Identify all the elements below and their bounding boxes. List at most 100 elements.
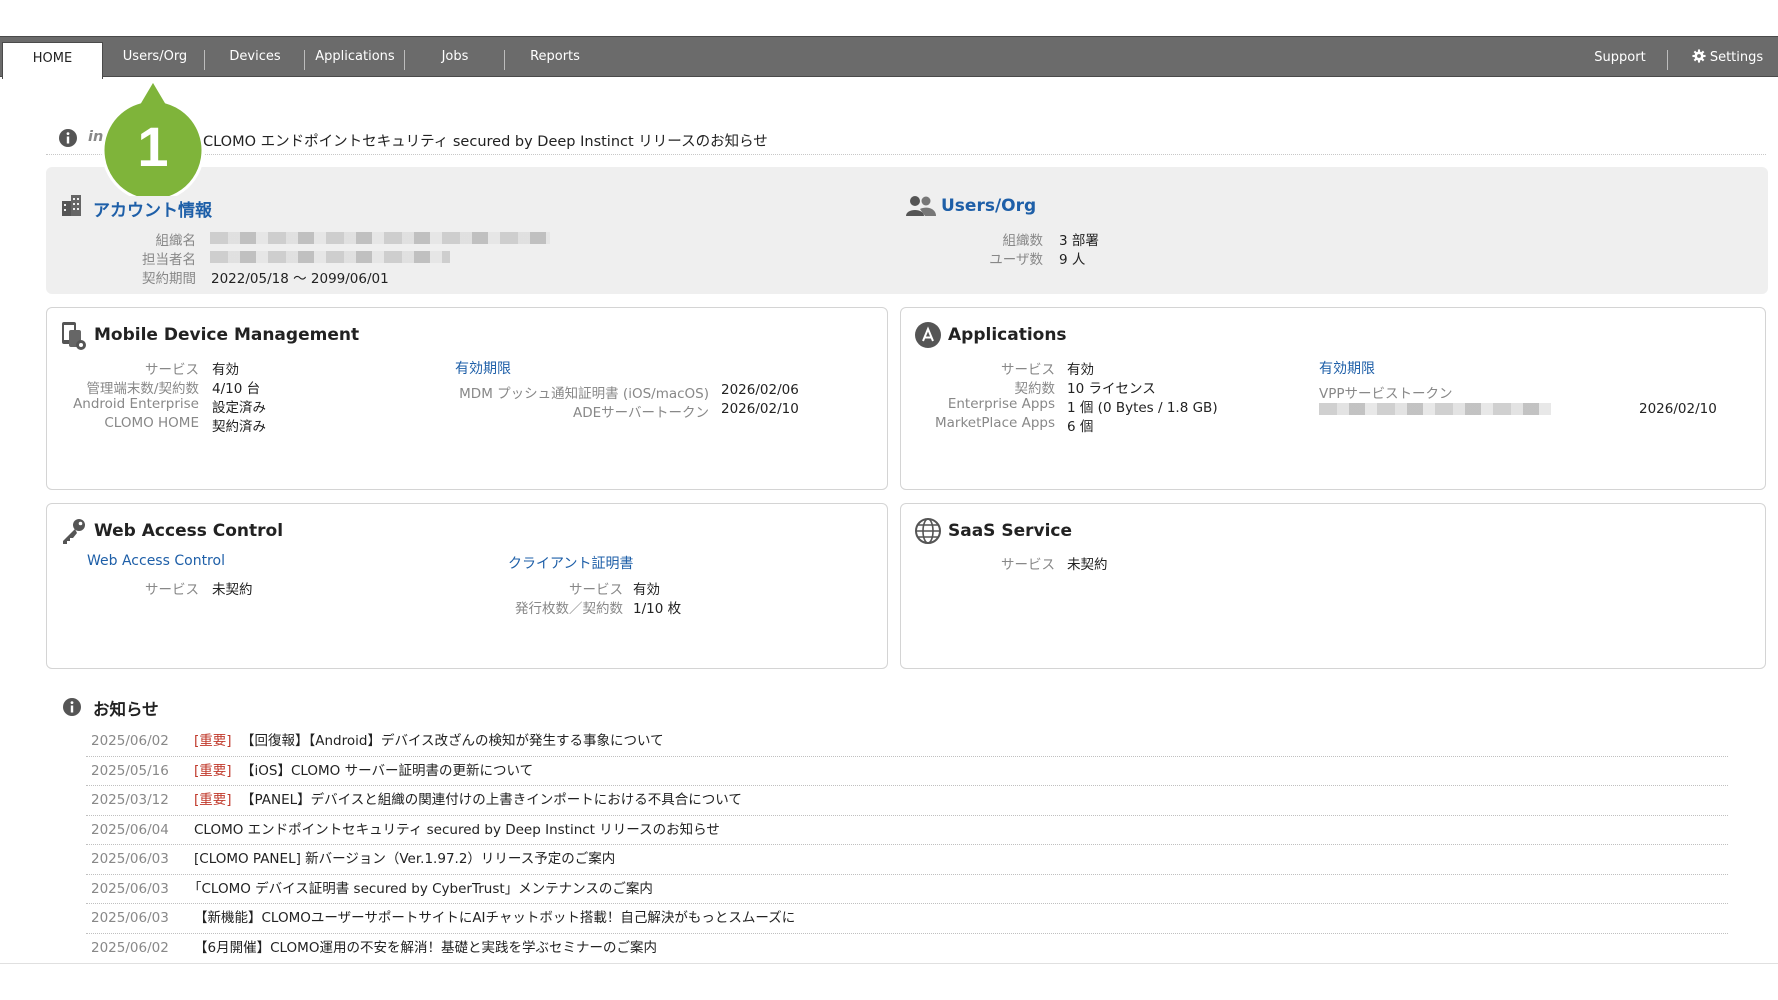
news-text[interactable]: 【iOS】CLOMO サーバー証明書の更新について bbox=[241, 757, 533, 786]
tab-home[interactable]: HOME bbox=[2, 42, 103, 79]
step-callout-marker: 1 bbox=[101, 77, 205, 196]
org-name-label: 組織名 bbox=[155, 233, 197, 249]
apps-contract-value: 10 ライセンス bbox=[1067, 381, 1156, 397]
mdm-card: Mobile Device Management サービス 有効 管理端末数/契… bbox=[46, 307, 888, 490]
vpp-token-date: 2026/02/10 bbox=[1639, 401, 1717, 417]
news-item[interactable]: 2025/03/12 [重要] 【PANEL】デバイスと組織の関連付けの上書きインポ… bbox=[86, 786, 1728, 816]
cert-service-value: 有効 bbox=[633, 582, 660, 598]
ade-token-label: ADEサーバートークン bbox=[572, 405, 709, 421]
support-link[interactable]: Support bbox=[1575, 38, 1665, 78]
cert-service-label: サービス bbox=[569, 582, 623, 598]
key-icon bbox=[63, 519, 85, 544]
tab-jobs[interactable]: Jobs bbox=[405, 37, 505, 77]
news-text[interactable]: 「CLOMO デバイス証明書 secured by CyberTrust」メンテ… bbox=[188, 875, 653, 904]
news-text[interactable]: [CLOMO PANEL] 新バージョン（Ver.1.97.2）リリース予定のご… bbox=[194, 845, 615, 874]
saas-service-card: SaaS Service サービス 未契約 bbox=[900, 503, 1766, 669]
mdm-title: Mobile Device Management bbox=[94, 325, 360, 345]
enterprise-apps-label: Enterprise Apps bbox=[947, 396, 1055, 412]
android-enterprise-label: Android Enterprise bbox=[73, 396, 199, 412]
gear-icon bbox=[1692, 49, 1706, 63]
web-access-control-card: Web Access Control Web Access Control サー… bbox=[46, 503, 888, 669]
news-date: 2025/06/03 bbox=[91, 910, 169, 926]
contract-period-label: 契約期間 bbox=[142, 271, 196, 287]
cert-issued-value: 1/10 枚 bbox=[633, 601, 682, 617]
cert-issued-label: 発行枚数／契約数 bbox=[515, 601, 623, 617]
applications-title: Applications bbox=[948, 325, 1067, 345]
enterprise-apps-value: 1 個 (0 Bytes / 1.8 GB) bbox=[1067, 400, 1218, 416]
footer-divider bbox=[0, 963, 1778, 964]
marketplace-apps-value: 6 個 bbox=[1067, 419, 1094, 435]
news-date: 2025/06/02 bbox=[91, 733, 169, 749]
tab-devices[interactable]: Devices bbox=[205, 37, 305, 77]
tab-users-org[interactable]: Users/Org bbox=[105, 37, 205, 77]
person-name-label: 担当者名 bbox=[142, 252, 196, 268]
news-text[interactable]: CLOMO エンドポイントセキュリティ secured by Deep Inst… bbox=[194, 816, 720, 845]
news-item[interactable]: 2025/06/03 【新機能】CLOMOユーザーサポートサイトにAIチャットボッ… bbox=[86, 904, 1728, 934]
user-count-label: ユーザ数 bbox=[989, 252, 1043, 268]
account-info-link[interactable]: アカウント情報 bbox=[93, 196, 212, 221]
account-summary-panel: アカウント情報 組織名 担当者名 契約期間 2022/05/18 〜 2099/… bbox=[46, 167, 1768, 294]
mdm-devices-label: 管理端末数/契約数 bbox=[86, 381, 199, 397]
mdm-device-icon bbox=[62, 322, 86, 350]
tab-reports[interactable]: Reports bbox=[505, 37, 605, 77]
mdm-push-cert-value: 2026/02/06 bbox=[721, 382, 799, 398]
top-nav: HOME Users/Org Devices Applications Jobs… bbox=[0, 36, 1778, 79]
info-banner: in CLOMO エンドポイントセキュリティ secured by Deep I… bbox=[46, 125, 1766, 155]
android-enterprise-value: 設定済み bbox=[212, 400, 266, 416]
important-badge: [重要] bbox=[194, 762, 232, 779]
mdm-push-cert-label: MDM プッシュ通知証明書 (iOS/macOS) bbox=[459, 386, 709, 402]
news-date: 2025/06/03 bbox=[91, 851, 169, 867]
mdm-service-label: サービス bbox=[145, 362, 199, 378]
users-icon bbox=[906, 196, 936, 216]
news-date: 2025/06/02 bbox=[91, 939, 169, 956]
saas-title: SaaS Service bbox=[948, 521, 1073, 541]
user-count-value: 9 人 bbox=[1059, 252, 1086, 268]
news-date: 2025/06/04 bbox=[91, 821, 169, 838]
applications-card: Applications サービス 有効 契約数 10 ライセンス Enterp… bbox=[900, 307, 1766, 490]
mdm-service-value: 有効 bbox=[212, 362, 239, 378]
person-name-redacted bbox=[210, 251, 450, 263]
globe-icon bbox=[915, 518, 941, 544]
settings-label: Settings bbox=[1709, 50, 1764, 65]
news-title: お知らせ bbox=[93, 700, 159, 719]
mdm-expiry-link[interactable]: 有効期限 bbox=[455, 358, 511, 378]
users-org-link[interactable]: Users/Org bbox=[941, 196, 1036, 216]
news-item[interactable]: 2025/06/03 「CLOMO デバイス証明書 secured by Cybe… bbox=[86, 875, 1728, 904]
wac-link[interactable]: Web Access Control bbox=[87, 553, 225, 569]
vpp-token-label: VPPサービストークン bbox=[1319, 386, 1453, 402]
news-date: 2025/05/16 bbox=[91, 762, 169, 779]
wac-title: Web Access Control bbox=[94, 521, 284, 541]
org-name-redacted bbox=[210, 232, 550, 244]
news-item[interactable]: 2025/06/04 CLOMO エンドポイントセキュリティ secured by… bbox=[86, 816, 1728, 845]
tab-applications[interactable]: Applications bbox=[305, 37, 405, 77]
wac-service-label: サービス bbox=[145, 582, 199, 598]
apps-contract-label: 契約数 bbox=[1014, 381, 1056, 397]
news-list: 2025/06/02 [重要] 【回復報】【Android】デバイス改ざんの検知が発… bbox=[86, 727, 1728, 963]
news-date: 2025/06/03 bbox=[91, 880, 169, 897]
important-badge: [重要] bbox=[194, 733, 232, 749]
news-item[interactable]: 2025/06/02 [重要] 【回復報】【Android】デバイス改ざんの検知が発… bbox=[86, 727, 1728, 757]
building-icon bbox=[62, 195, 81, 216]
news-item[interactable]: 2025/06/03 [CLOMO PANEL] 新バージョン（Ver.1.97.… bbox=[86, 845, 1728, 875]
news-text[interactable]: 【PANEL】デバイスと組織の関連付けの上書きインポートにおける不具合について bbox=[241, 786, 742, 815]
info-icon bbox=[59, 129, 77, 147]
client-cert-link[interactable]: クライアント証明書 bbox=[508, 553, 633, 573]
clomo-home-label: CLOMO HOME bbox=[104, 415, 199, 431]
apps-service-label: サービス bbox=[1001, 362, 1055, 378]
info-banner-link[interactable]: CLOMO エンドポイントセキュリティ secured by Deep Inst… bbox=[203, 130, 768, 151]
news-item[interactable]: 2025/05/16 [重要] 【iOS】CLOMO サーバー証明書の更新について bbox=[86, 757, 1728, 786]
settings-link[interactable]: Settings bbox=[1680, 38, 1775, 78]
mdm-devices-value: 4/10 台 bbox=[212, 381, 261, 397]
important-badge: [重要] bbox=[194, 792, 232, 808]
news-text[interactable]: 【回復報】【Android】デバイス改ざんの検知が発生する事象について bbox=[241, 727, 664, 756]
apps-expiry-link[interactable]: 有効期限 bbox=[1319, 358, 1375, 378]
app-store-icon bbox=[915, 322, 941, 348]
wac-service-value: 未契約 bbox=[212, 582, 253, 598]
org-count-value: 3 部署 bbox=[1059, 233, 1099, 249]
news-item[interactable]: 2025/06/02 【6月開催】CLOMO運用の不安を解消！基礎と実践を学ぶセミ… bbox=[86, 934, 1728, 964]
contract-period-value: 2022/05/18 〜 2099/06/01 bbox=[211, 271, 389, 287]
ade-token-value: 2026/02/10 bbox=[721, 401, 799, 417]
news-text[interactable]: 【6月開催】CLOMO運用の不安を解消！基礎と実践を学ぶセミナーのご案内 bbox=[194, 934, 657, 963]
news-text[interactable]: 【新機能】CLOMOユーザーサポートサイトにAIチャットボット搭載！自己解決がも… bbox=[194, 904, 795, 933]
saas-service-value: 未契約 bbox=[1067, 557, 1108, 573]
